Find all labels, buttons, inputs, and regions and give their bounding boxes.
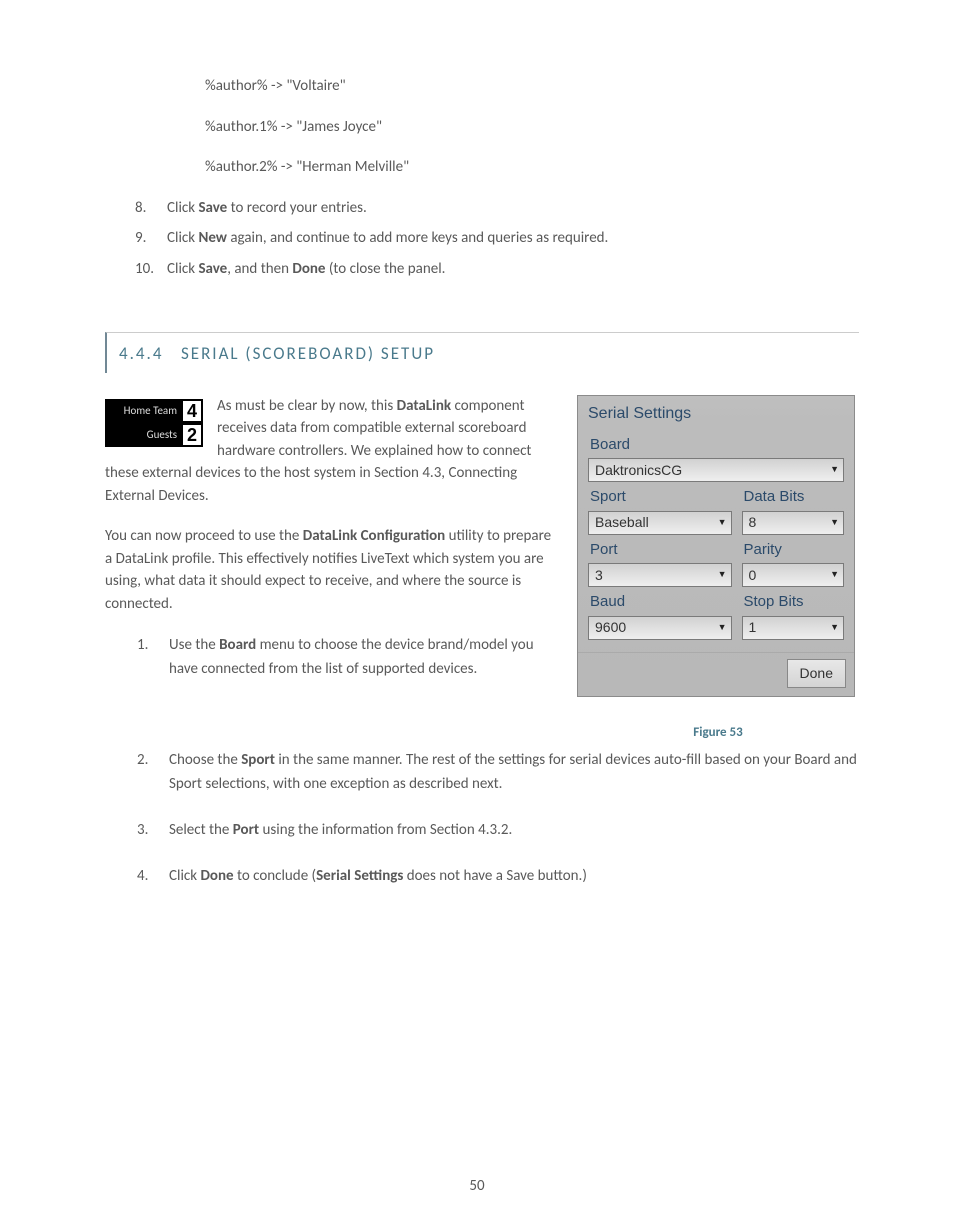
step-text: Click Save, and then Done (to close the … xyxy=(167,258,859,281)
step-number: 1. xyxy=(137,633,169,681)
stopbits-value: 1 xyxy=(749,617,757,638)
home-team-score: 4 xyxy=(181,399,203,423)
chevron-down-icon: ▼ xyxy=(718,516,727,530)
chevron-down-icon: ▼ xyxy=(830,568,839,582)
port-label: Port xyxy=(588,535,732,564)
example-line-3: %author.2% -> "Herman Melville" xyxy=(205,156,859,179)
figure-caption: Figure 53 xyxy=(577,723,859,743)
step-number: 2. xyxy=(137,748,169,796)
port-value: 3 xyxy=(595,565,603,586)
step-text: Click Save to record your entries. xyxy=(167,197,859,220)
step-8: 8. Click Save to record your entries. xyxy=(135,197,859,220)
databits-value: 8 xyxy=(749,512,757,533)
section-heading: 4.4.4 SERIAL (SCOREBOARD) SETUP xyxy=(105,332,859,373)
stopbits-label: Stop Bits xyxy=(742,587,845,616)
chevron-down-icon: ▼ xyxy=(718,621,727,635)
page-number: 50 xyxy=(0,1175,954,1198)
step-9: 9. Click New again, and continue to add … xyxy=(135,227,859,250)
board-label: Board xyxy=(588,430,844,459)
step-text: Choose the Sport in the same manner. The… xyxy=(169,748,859,796)
step-number: 3. xyxy=(137,818,169,842)
baud-label: Baud xyxy=(588,587,732,616)
baud-value: 9600 xyxy=(595,617,626,638)
section-number: 4.4.4 xyxy=(119,343,163,364)
example-line-2: %author.1% -> "James Joyce" xyxy=(205,116,859,139)
stopbits-select[interactable]: 1 ▼ xyxy=(742,616,845,640)
parity-label: Parity xyxy=(742,535,845,564)
step-text: Click Done to conclude (Serial Settings … xyxy=(169,864,859,888)
panel-title: Serial Settings xyxy=(578,396,854,430)
scoreboard-image: Home Team 4 Guests 2 xyxy=(105,399,203,447)
step-text: Click New again, and continue to add mor… xyxy=(167,227,859,250)
step-10: 10. Click Save, and then Done (to close … xyxy=(135,258,859,281)
databits-label: Data Bits xyxy=(742,482,845,511)
step-text: Select the Port using the information fr… xyxy=(169,818,859,842)
port-select[interactable]: 3 ▼ xyxy=(588,563,732,587)
step-number: 9. xyxy=(135,227,167,250)
step-4: 4. Click Done to conclude (Serial Settin… xyxy=(137,864,859,888)
step-number: 10. xyxy=(135,258,167,281)
serial-settings-panel: Serial Settings Board DaktronicsCG ▼ Spo… xyxy=(577,395,855,697)
baud-select[interactable]: 9600 ▼ xyxy=(588,616,732,640)
step-number: 8. xyxy=(135,197,167,220)
step-1: 1. Use the Board menu to choose the devi… xyxy=(137,633,559,681)
paragraph-2: You can now proceed to use the DataLink … xyxy=(105,525,559,615)
chevron-down-icon: ▼ xyxy=(830,516,839,530)
board-select[interactable]: DaktronicsCG ▼ xyxy=(588,458,844,482)
chevron-down-icon: ▼ xyxy=(718,568,727,582)
parity-value: 0 xyxy=(749,565,757,586)
home-team-label: Home Team xyxy=(105,401,181,420)
chevron-down-icon: ▼ xyxy=(830,621,839,635)
step-text: Use the Board menu to choose the device … xyxy=(169,633,559,681)
done-button[interactable]: Done xyxy=(787,659,846,688)
sport-select[interactable]: Baseball ▼ xyxy=(588,511,732,535)
chevron-down-icon: ▼ xyxy=(830,463,839,477)
guests-label: Guests xyxy=(105,425,181,444)
board-value: DaktronicsCG xyxy=(595,460,682,481)
example-line-1: %author% -> "Voltaire" xyxy=(205,75,859,98)
step-3: 3. Select the Port using the information… xyxy=(137,818,859,842)
guests-score: 2 xyxy=(181,423,203,447)
sport-value: Baseball xyxy=(595,512,649,533)
sport-label: Sport xyxy=(588,482,732,511)
section-title: SERIAL (SCOREBOARD) SETUP xyxy=(181,343,435,364)
step-2: 2. Choose the Sport in the same manner. … xyxy=(137,748,859,796)
step-number: 4. xyxy=(137,864,169,888)
databits-select[interactable]: 8 ▼ xyxy=(742,511,845,535)
parity-select[interactable]: 0 ▼ xyxy=(742,563,845,587)
paragraph-1: Home Team 4 Guests 2 As must be clear by… xyxy=(105,395,559,508)
